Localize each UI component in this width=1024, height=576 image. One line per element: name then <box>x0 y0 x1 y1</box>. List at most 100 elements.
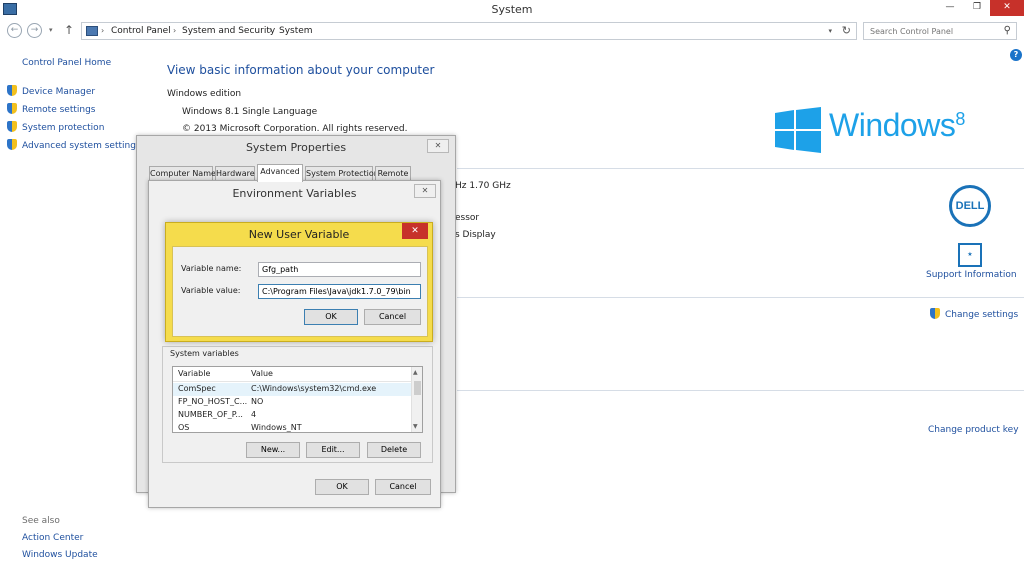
title-bar: System — ❐ ✕ <box>0 0 1024 19</box>
value-cell: 4 <box>251 410 257 419</box>
change-settings-link[interactable]: Change settings <box>930 308 1018 320</box>
new-user-variable-body: Variable name: Variable value: OK Cancel <box>172 246 428 337</box>
recent-locations-dropdown[interactable]: ▾ <box>49 26 53 34</box>
variable-value-field[interactable] <box>258 284 421 299</box>
new-user-variable-title: New User Variable <box>248 228 350 241</box>
windows-edition-value: Windows 8.1 Single Language <box>182 107 318 117</box>
shield-icon <box>7 85 17 96</box>
breadcrumb-separator[interactable]: › <box>173 26 176 35</box>
value-cell: NO <box>251 397 264 406</box>
back-button[interactable]: ← <box>7 23 22 38</box>
shield-icon <box>930 308 940 319</box>
divider <box>457 390 1024 391</box>
system-properties-close-button[interactable]: ✕ <box>427 139 449 153</box>
up-button[interactable]: ↑ <box>64 23 74 37</box>
divider <box>457 168 1024 169</box>
list-header: Variable Value <box>173 367 411 382</box>
search-icon[interactable]: ⚲ <box>1004 25 1011 36</box>
system-variable-edit-button[interactable]: Edit... <box>306 442 360 458</box>
device-manager-label[interactable]: Device Manager <box>22 87 95 97</box>
scroll-down-icon[interactable]: ▼ <box>413 423 418 430</box>
control-panel-icon <box>86 26 98 36</box>
address-bar[interactable]: › Control Panel › System and Security › … <box>81 22 857 40</box>
advanced-system-settings-label[interactable]: Advanced system settings <box>22 141 141 151</box>
windows-logo-icon <box>775 107 821 153</box>
system-properties-title: System Properties <box>245 141 347 154</box>
column-header-variable[interactable]: Variable <box>178 369 210 378</box>
remote-settings-link[interactable]: Remote settings <box>7 103 95 115</box>
windows-8-logo-text: Windows8 <box>829 107 965 144</box>
variable-name-label: Variable name: <box>181 264 242 273</box>
close-button[interactable]: ✕ <box>990 0 1024 16</box>
minimize-button[interactable]: — <box>939 0 961 16</box>
search-box[interactable]: ⚲ <box>863 22 1017 40</box>
page-title: View basic information about your comput… <box>167 63 435 77</box>
forward-button[interactable]: → <box>27 23 42 38</box>
table-row[interactable]: FP_NO_HOST_C... NO <box>173 396 411 409</box>
breadcrumb-control-panel[interactable]: Control Panel <box>111 26 171 36</box>
system-protection-link[interactable]: System protection <box>7 121 104 133</box>
tab-system-protection[interactable]: System Protection <box>305 166 379 181</box>
environment-variables-close-button[interactable]: ✕ <box>414 184 436 198</box>
processor-speed-text: Hz 1.70 GHz <box>455 181 511 191</box>
variable-value-label: Variable value: <box>181 286 241 295</box>
column-header-value[interactable]: Value <box>251 369 273 378</box>
breadcrumb-system-and-security[interactable]: System and Security <box>182 26 275 36</box>
see-also-heading: See also <box>22 516 60 526</box>
new-user-variable-close-button[interactable]: ✕ <box>402 223 428 239</box>
system-variable-new-button[interactable]: New... <box>246 442 300 458</box>
scroll-up-icon[interactable]: ▲ <box>413 369 418 376</box>
variable-cell: ComSpec <box>178 384 216 393</box>
new-variable-ok-button[interactable]: OK <box>304 309 358 325</box>
breadcrumb-separator[interactable]: › <box>101 26 104 35</box>
device-manager-link[interactable]: Device Manager <box>7 85 95 97</box>
energy-star-icon: ★ <box>958 243 982 267</box>
advanced-system-settings-link[interactable]: Advanced system settings <box>7 139 141 151</box>
tab-hardware[interactable]: Hardware <box>215 166 255 181</box>
new-variable-cancel-button[interactable]: Cancel <box>364 309 421 325</box>
shield-icon <box>7 139 17 150</box>
change-settings-label[interactable]: Change settings <box>945 310 1018 320</box>
environment-cancel-button[interactable]: Cancel <box>375 479 431 495</box>
value-cell: C:\Windows\system32\cmd.exe <box>251 384 377 393</box>
navigation-bar: ← → ▾ ↑ › Control Panel › System and Sec… <box>0 19 1024 43</box>
value-cell: Windows_NT <box>251 423 302 432</box>
maximize-button[interactable]: ❐ <box>966 0 988 16</box>
system-variable-delete-button[interactable]: Delete <box>367 442 421 458</box>
help-icon[interactable]: ? <box>1010 49 1022 61</box>
variable-cell: OS <box>178 423 190 432</box>
list-scrollbar[interactable]: ▲ ▼ <box>411 367 422 432</box>
breadcrumb-separator[interactable]: › <box>269 26 272 35</box>
support-information-link[interactable]: Support Information <box>926 270 1017 280</box>
windows-update-link[interactable]: Windows Update <box>22 550 98 560</box>
shield-icon <box>7 103 17 114</box>
table-row[interactable]: NUMBER_OF_P... 4 <box>173 409 411 422</box>
control-panel-home-link[interactable]: Control Panel Home <box>22 58 111 68</box>
environment-ok-button[interactable]: OK <box>315 479 369 495</box>
tab-remote[interactable]: Remote <box>375 166 411 181</box>
action-center-link[interactable]: Action Center <box>22 533 83 543</box>
remote-settings-label[interactable]: Remote settings <box>22 105 95 115</box>
tab-advanced[interactable]: Advanced <box>257 164 303 182</box>
refresh-icon[interactable]: ↻ <box>842 24 851 37</box>
pen-touch-text: s Display <box>455 230 496 240</box>
variable-cell: FP_NO_HOST_C... <box>178 397 248 406</box>
system-type-text: essor <box>455 213 480 223</box>
table-row[interactable]: OS Windows_NT <box>173 422 411 432</box>
system-protection-label[interactable]: System protection <box>22 123 104 133</box>
scrollbar-thumb[interactable] <box>414 381 421 395</box>
table-row[interactable]: ComSpec C:\Windows\system32\cmd.exe <box>173 383 411 396</box>
change-product-key-link[interactable]: Change product key <box>928 425 1019 435</box>
shield-icon <box>7 121 17 132</box>
search-input[interactable] <box>864 23 994 39</box>
variable-cell: NUMBER_OF_P... <box>178 410 243 419</box>
breadcrumb-system[interactable]: System <box>279 26 313 36</box>
tab-computer-name[interactable]: Computer Name <box>149 166 216 181</box>
dell-logo: DELL <box>949 185 991 227</box>
variable-name-field[interactable] <box>258 262 421 277</box>
windows-logo-word: Windows <box>829 107 956 143</box>
system-variables-list[interactable]: Variable Value ComSpec C:\Windows\system… <box>172 366 423 433</box>
address-dropdown-icon[interactable]: ▾ <box>828 27 832 35</box>
divider <box>457 297 1024 298</box>
windows-edition-heading: Windows edition <box>167 89 242 99</box>
